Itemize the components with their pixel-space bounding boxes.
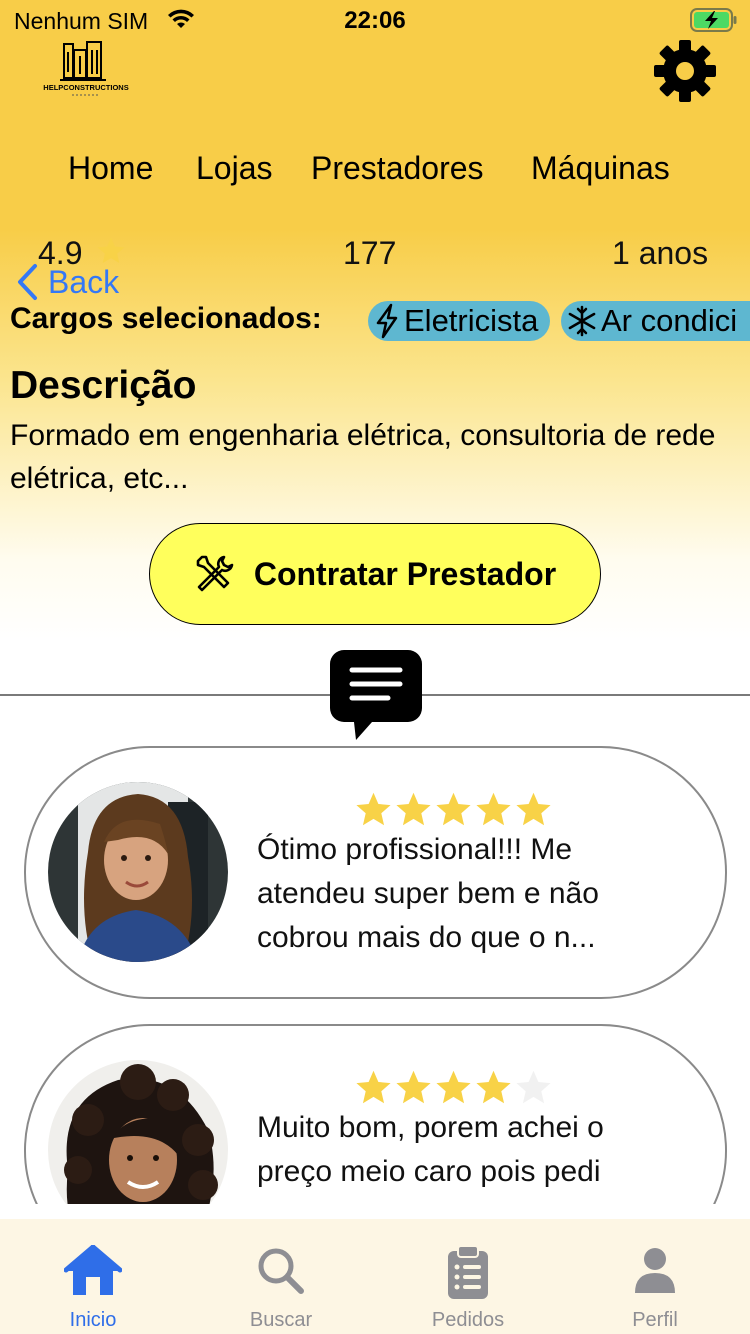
chip-label: Eletricista xyxy=(404,303,539,338)
nav-home[interactable]: Home xyxy=(68,150,153,187)
screen: Nenhum SIM 22:06 HELPCONSTRUCTIONS Home … xyxy=(0,0,750,1334)
top-nav: Home Lojas Prestadores Máquinas xyxy=(0,150,750,190)
cargos-row: Cargos selecionados: Eletricista Ar cond… xyxy=(10,300,750,342)
jobs-count: 177 xyxy=(343,235,397,271)
tab-label: Pedidos xyxy=(431,1309,505,1331)
chevron-left-icon xyxy=(18,264,37,300)
avatar xyxy=(48,1060,228,1204)
star-filled-icon xyxy=(476,792,511,826)
tab-buscar[interactable]: Buscar xyxy=(201,1219,361,1334)
helpconstructions-logo: HELPCONSTRUCTIONS xyxy=(36,40,136,98)
star-empty-icon xyxy=(516,1070,551,1104)
tab-label: Inicio xyxy=(69,1309,117,1331)
status-bar: Nenhum SIM 22:06 xyxy=(0,0,750,40)
rating-stars xyxy=(354,790,554,828)
star-filled-icon xyxy=(396,792,431,826)
cargos-label: Cargos selecionados: xyxy=(10,302,322,335)
gear-icon[interactable] xyxy=(652,38,718,104)
review-card[interactable]: Ótimo profissional!!! Me atendeu super b… xyxy=(24,746,727,999)
review-text: Muito bom, porem achei o preço meio caro… xyxy=(257,1111,604,1188)
chat-icon[interactable] xyxy=(330,650,422,742)
chip-label: Ar condici xyxy=(601,303,738,338)
star-filled-icon xyxy=(476,1070,511,1104)
star-filled-icon xyxy=(396,1070,431,1104)
star-filled-icon xyxy=(436,792,471,826)
hire-provider-button[interactable]: Contratar Prestador xyxy=(149,523,601,625)
nav-maquinas[interactable]: Máquinas xyxy=(531,150,670,187)
nav-lojas[interactable]: Lojas xyxy=(196,150,273,187)
reviews-list: Ótimo profissional!!! Me atendeu super b… xyxy=(0,740,750,1204)
tab-bar: Inicio Buscar Pedidos Perfil xyxy=(0,1219,750,1334)
nav-prestadores[interactable]: Prestadores xyxy=(311,150,484,187)
home-icon xyxy=(13,1245,173,1297)
battery-icon xyxy=(690,8,738,37)
star-filled-icon xyxy=(436,1070,471,1104)
star-filled-icon xyxy=(356,792,391,826)
clipboard-icon xyxy=(388,1245,548,1301)
tab-label: Buscar xyxy=(249,1309,313,1331)
back-label: Back xyxy=(48,263,120,300)
star-filled-icon xyxy=(356,1070,391,1104)
avatar xyxy=(48,782,228,962)
review-text: Ótimo profissional!!! Me atendeu super b… xyxy=(257,833,599,954)
tools-icon xyxy=(196,555,234,592)
back-button[interactable]: Back xyxy=(16,262,119,302)
search-icon xyxy=(201,1245,361,1297)
person-icon xyxy=(575,1245,735,1297)
description-title: Descrição xyxy=(10,364,197,407)
chip-ar-condicionado[interactable]: Ar condici xyxy=(561,301,750,341)
clock: 22:06 xyxy=(344,7,406,34)
hire-button-label: Contratar Prestador xyxy=(253,555,557,592)
star-filled-icon xyxy=(516,792,551,826)
tab-inicio[interactable]: Inicio xyxy=(13,1219,173,1334)
tab-label: Perfil xyxy=(632,1309,678,1331)
tab-pedidos[interactable]: Pedidos xyxy=(388,1219,548,1334)
tab-perfil[interactable]: Perfil xyxy=(575,1219,735,1334)
chip-eletricista[interactable]: Eletricista xyxy=(368,301,550,341)
logo-text: HELPCONSTRUCTIONS xyxy=(43,83,128,92)
rating-stars xyxy=(354,1068,554,1106)
description-text: Formado em engenharia elétrica, consulto… xyxy=(10,419,716,495)
years-experience: 1 anos xyxy=(612,235,709,271)
snowflake-icon xyxy=(568,305,596,337)
review-card[interactable]: Muito bom, porem achei o preço meio caro… xyxy=(24,1024,727,1204)
lightning-icon xyxy=(376,303,398,339)
